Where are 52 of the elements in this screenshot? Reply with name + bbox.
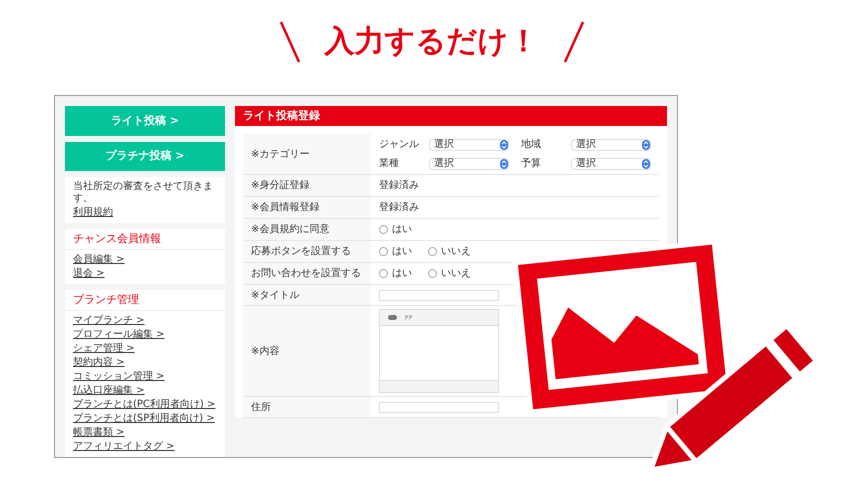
- select-label: 地域: [521, 138, 542, 152]
- sidebar-link[interactable]: ブランチとは(SP利用者向け) >: [73, 413, 217, 425]
- updown-icon: [642, 158, 650, 168]
- updown-icon: [500, 140, 508, 150]
- status-text: 登録済み: [379, 178, 419, 193]
- link-icon[interactable]: [388, 315, 397, 320]
- sidebar-link[interactable]: ブランチとは(PC利用者向け) >: [73, 399, 217, 411]
- terms-link[interactable]: 利用規約: [73, 207, 217, 219]
- select-label: 業種: [379, 156, 400, 171]
- form-label: ※カテゴリー: [243, 134, 371, 174]
- radio-option[interactable]: はい: [379, 222, 412, 237]
- select-field[interactable]: 選択: [571, 158, 651, 170]
- sidebar-link[interactable]: 払込口座編集 >: [73, 385, 217, 397]
- select-field[interactable]: 選択: [571, 138, 651, 150]
- section-title: チャンス会員情報: [65, 229, 225, 250]
- form-label: ※会員規約に同意: [243, 219, 371, 240]
- text-input[interactable]: [379, 402, 499, 412]
- form-label: ※内容: [243, 306, 371, 396]
- form-label: ※身分証登録: [243, 175, 371, 196]
- sidebar-link[interactable]: 契約内容 >: [73, 357, 217, 369]
- sidebar-link[interactable]: シェア管理 >: [73, 343, 217, 355]
- select-label: 予算: [521, 157, 542, 171]
- sidebar-link[interactable]: アフィリエイトタグ >: [73, 441, 217, 453]
- sidebar-link[interactable]: 会員編集 >: [73, 254, 217, 266]
- form-title: ライト投稿登録: [235, 106, 667, 126]
- sidebar-link[interactable]: コミッション管理 >: [73, 371, 217, 383]
- quote-icon[interactable]: [405, 314, 412, 320]
- section-title: ブランチ管理: [65, 290, 225, 311]
- form-label: お問い合わせを設置する: [243, 263, 371, 284]
- radio-option[interactable]: いいえ: [428, 266, 471, 281]
- sidebar-link[interactable]: 退会 >: [73, 268, 217, 280]
- status-text: 登録済み: [379, 200, 419, 215]
- sidebar-link[interactable]: マイブランチ >: [73, 315, 217, 327]
- sidebar-link[interactable]: 帳票書類 >: [73, 427, 217, 439]
- radio-option[interactable]: はい: [379, 266, 412, 281]
- radio-option[interactable]: はい: [379, 244, 412, 259]
- text-input[interactable]: [379, 290, 499, 300]
- select-label: ジャンル: [379, 138, 420, 152]
- sidebar-link[interactable]: プロフィール編集 >: [73, 329, 217, 341]
- radio-option[interactable]: いいえ: [428, 244, 471, 259]
- headline: 入力するだけ！: [324, 23, 538, 61]
- form-label: ※タイトル: [243, 285, 371, 305]
- select-field[interactable]: 選択: [429, 158, 509, 170]
- select-field[interactable]: 選択: [429, 138, 509, 150]
- form-label: ※会員情報登録: [243, 197, 371, 218]
- slash-mark-icon: [278, 20, 300, 64]
- form-label: 住所: [243, 397, 371, 417]
- notice-text: 当社所定の審査をさせて頂きます。: [73, 181, 214, 205]
- updown-icon: [642, 140, 650, 150]
- slash-mark-icon: [562, 20, 584, 64]
- form-label: 応募ボタンを設置する: [243, 241, 371, 262]
- updown-icon: [500, 158, 508, 168]
